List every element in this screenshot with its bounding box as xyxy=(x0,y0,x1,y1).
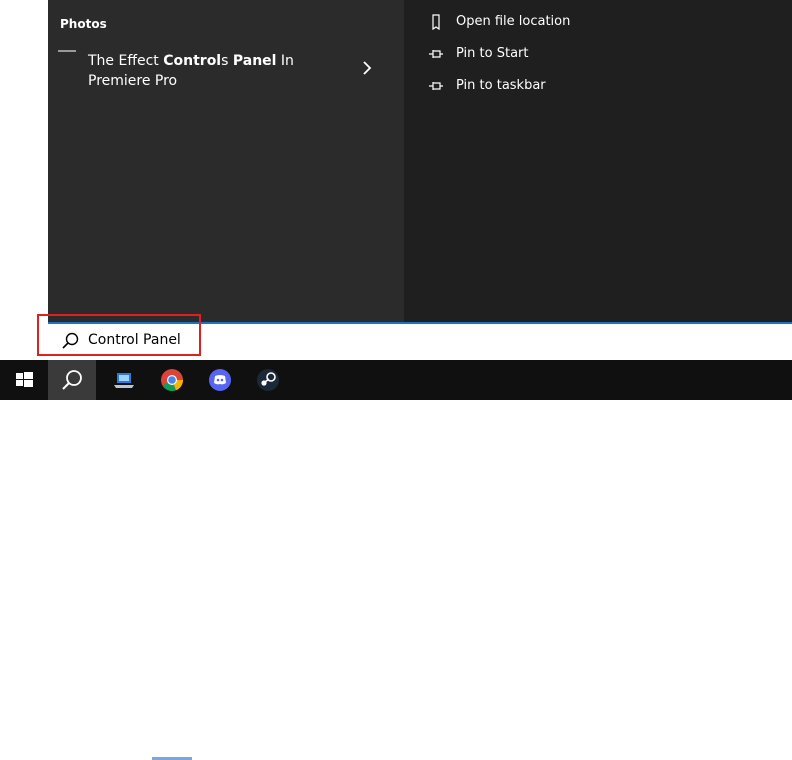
search-result-item[interactable]: The Effect Controls Panel In Premiere Pr… xyxy=(48,44,404,100)
folder-icon xyxy=(432,14,440,30)
chrome-icon xyxy=(161,369,184,392)
pin-icon xyxy=(429,50,443,58)
taskbar-app-laptop[interactable] xyxy=(100,360,148,400)
taskbar-search-button[interactable] xyxy=(48,360,96,400)
result-title: The Effect Controls Panel In Premiere Pr… xyxy=(88,53,294,89)
desktop-background xyxy=(0,0,48,360)
discord-icon xyxy=(209,369,231,391)
pin-to-start-action[interactable]: Pin to Start xyxy=(422,42,782,66)
chevron-right-icon[interactable] xyxy=(359,60,375,76)
search-icon xyxy=(62,332,79,349)
search-results-panel: Photos The Effect Controls Panel In Prem… xyxy=(48,0,404,322)
laptop-app-icon xyxy=(114,373,134,388)
windows-start-icon xyxy=(16,372,33,387)
pin-to-taskbar-action[interactable]: Pin to taskbar xyxy=(422,74,782,98)
open-file-location-action[interactable]: Open file location xyxy=(422,10,782,34)
search-query-text[interactable]: Control Panel xyxy=(88,332,181,348)
search-icon xyxy=(62,370,82,390)
steam-icon xyxy=(257,369,279,391)
start-button[interactable] xyxy=(0,360,48,400)
section-title: Photos xyxy=(60,17,107,31)
taskbar-app-discord[interactable] xyxy=(196,360,244,400)
taskbar xyxy=(0,360,792,760)
photo-thumbnail-icon xyxy=(58,50,76,52)
taskbar-app-steam[interactable] xyxy=(244,360,292,400)
pin-icon xyxy=(429,82,443,90)
result-details-panel: Open file location Pin to Start Pin to t… xyxy=(404,0,792,322)
taskbar-app-chrome[interactable] xyxy=(148,360,196,400)
